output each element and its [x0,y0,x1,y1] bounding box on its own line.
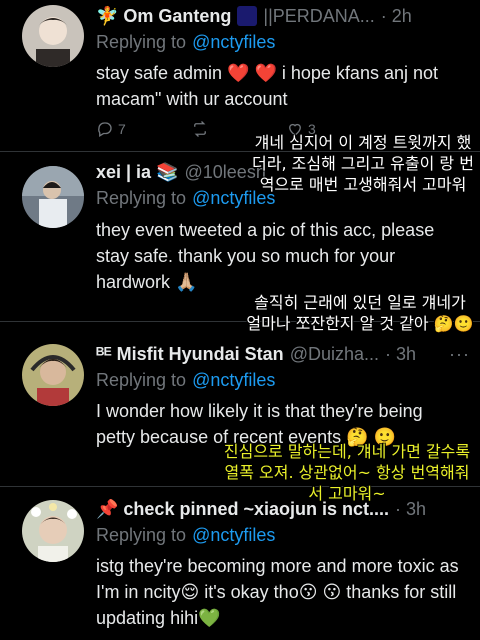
comment-icon [98,122,112,137]
timestamp[interactable]: · 2h [381,6,412,27]
translation-caption-2: 솔직히 근래에 있던 일로 걔네가 얼마나 쪼잔한지 알 것 같아 🤔🙂 [246,293,474,333]
avatar[interactable] [22,500,84,562]
replying-to-label: Replying to [96,32,187,52]
replying-to: Replying to @nctyfiles [96,32,275,53]
replying-to: Replying to @nctyfiles [96,525,275,546]
handle[interactable]: @Duizha... [290,344,379,365]
avatar[interactable] [22,5,84,67]
tweet-4[interactable]: 📌 check pinned ~xiaojun is nct.... · 3h … [0,487,480,640]
display-name[interactable]: 🧚 Om Ganteng [96,6,231,27]
handle[interactable]: ||PERDANA... [263,6,374,27]
more-dots-icon[interactable]: ··· [441,344,470,365]
translation-caption-3: 진심으로 말하는데, 걔네 가면 갈수록 열폭 오져. 상관없어~ 항상 번역해… [223,442,471,503]
tweet-text: they even tweeted a pic of this acc, ple… [96,220,435,292]
avatar[interactable] [22,344,84,406]
replying-to-label: Replying to [96,188,187,208]
reply-button[interactable]: 7 [96,120,191,138]
replying-to-label: Replying to [96,370,187,390]
badge-icon [237,6,258,26]
avatar[interactable] [22,166,84,228]
replying-to: Replying to @nctyfiles [96,188,275,209]
replying-to-handle[interactable]: @nctyfiles [192,525,275,545]
display-name[interactable]: ᴮᴱ Misfit Hyundai Stan [96,344,284,365]
replying-to-handle[interactable]: @nctyfiles [192,32,275,52]
translation-caption-1: 걔네 심지어 이 계정 트윗까지 했더라, 조심해 그리고 유출이 랑 번역으로… [252,133,474,194]
replying-to: Replying to @nctyfiles [96,370,275,391]
display-name[interactable]: xei | ia 📚 [96,162,179,183]
tweet-1[interactable]: 🧚 Om Ganteng ||PERDANA... · 2h Replying … [0,0,480,152]
tweet-text: istg they're becoming more and more toxi… [96,556,459,628]
retweet-icon [194,121,206,137]
reply-count: 7 [118,121,126,137]
timestamp[interactable]: · 3h [385,344,416,365]
replying-to-label: Replying to [96,525,187,545]
tweet-text: stay safe admin ❤️ ❤️ i hope kfans anj n… [96,63,438,109]
replying-to-handle[interactable]: @nctyfiles [192,370,275,390]
